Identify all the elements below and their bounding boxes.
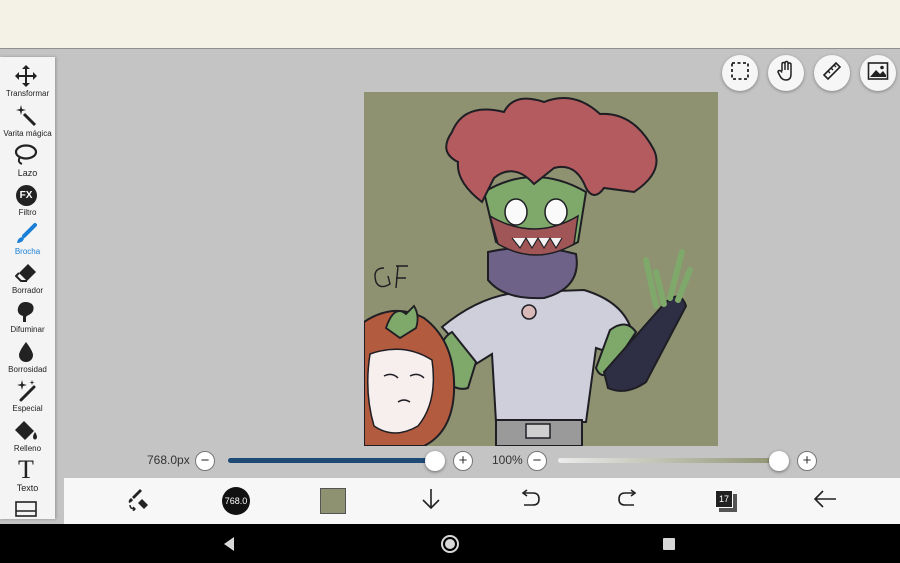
- nav-back-icon: [224, 537, 234, 551]
- brush-settings-button[interactable]: [114, 478, 162, 524]
- tool-palette: Transformar Varita mágica Lazo FX Filtro…: [0, 57, 55, 519]
- brush-size-value: 768.0px: [147, 453, 190, 467]
- opacity-value: 100%: [492, 453, 523, 467]
- brush-size-increase-button[interactable]: +: [453, 451, 473, 471]
- color-picker-button[interactable]: [309, 478, 357, 524]
- tool-magic-wand[interactable]: Varita mágica: [0, 101, 55, 141]
- selection-icon: [730, 61, 750, 86]
- lasso-icon: [13, 144, 39, 166]
- tool-label: Filtro: [18, 208, 37, 217]
- tool-special[interactable]: Especial: [0, 376, 55, 416]
- opacity-increase-button[interactable]: +: [797, 451, 817, 471]
- tool-label: Brocha: [14, 247, 41, 256]
- image-material-button[interactable]: [860, 55, 896, 91]
- opacity-knob[interactable]: [769, 451, 789, 471]
- arrow-down-icon: [420, 487, 442, 516]
- tool-transform[interactable]: Transformar: [0, 61, 55, 101]
- tool-eraser[interactable]: Borrador: [0, 258, 55, 298]
- tool-label: Relleno: [13, 444, 42, 453]
- undo-icon: [518, 488, 542, 514]
- selection-button[interactable]: [722, 55, 758, 91]
- tool-blur[interactable]: Borrosidad: [0, 337, 55, 377]
- brush-size-indicator[interactable]: 768.0: [212, 478, 260, 524]
- redo-icon: [616, 488, 640, 514]
- tool-text[interactable]: T Texto: [0, 455, 55, 495]
- fill-bucket-icon: [13, 420, 39, 442]
- image-icon: [867, 60, 889, 87]
- tool-label: Borrosidad: [8, 365, 47, 374]
- layers-icon: 17: [714, 489, 738, 513]
- artwork: [364, 92, 718, 446]
- layers-button[interactable]: 17: [702, 478, 750, 524]
- nav-recents-icon: [663, 538, 675, 550]
- brush-size-decrease-button[interactable]: −: [195, 451, 215, 471]
- tool-label: Transformar: [5, 89, 50, 98]
- nav-home-button[interactable]: [440, 534, 460, 559]
- current-color-swatch: [320, 488, 346, 514]
- tool-label: Varita mágica: [3, 129, 52, 138]
- system-navigation-bar: [0, 524, 900, 563]
- blur-drop-icon: [13, 341, 39, 363]
- opacity-track[interactable]: [558, 458, 780, 463]
- save-download-button[interactable]: [407, 478, 455, 524]
- ruler-icon: [821, 60, 843, 87]
- tool-label: Difuminar: [10, 325, 45, 334]
- hand-button[interactable]: [768, 55, 804, 91]
- fx-icon: FX: [13, 184, 39, 206]
- hand-icon: [775, 60, 797, 87]
- tool-lasso[interactable]: Lazo: [0, 140, 55, 180]
- tool-label: Especial: [12, 404, 43, 413]
- back-button[interactable]: [801, 478, 849, 524]
- brush-size-track-fill: [228, 458, 436, 463]
- bottom-toolbar: 768.0 17: [64, 478, 900, 524]
- smudge-icon: [13, 301, 39, 323]
- tool-frame[interactable]: [0, 495, 55, 519]
- brush-swap-icon: [126, 487, 150, 516]
- layers-count: 17: [715, 490, 733, 508]
- redo-button[interactable]: [604, 478, 652, 524]
- tool-smudge[interactable]: Difuminar: [0, 297, 55, 337]
- brush-size-badge: 768.0: [222, 487, 250, 515]
- undo-button[interactable]: [506, 478, 554, 524]
- opacity-decrease-button[interactable]: −: [527, 451, 547, 471]
- nav-back-button[interactable]: [222, 536, 236, 557]
- frame-icon: [13, 499, 39, 519]
- tool-brush[interactable]: Brocha: [0, 219, 55, 259]
- eraser-icon: [13, 262, 39, 284]
- tool-fill[interactable]: Relleno: [0, 416, 55, 456]
- tool-label: Texto: [16, 483, 39, 493]
- nav-recents-button[interactable]: [662, 537, 676, 556]
- brush-icon: [13, 223, 39, 245]
- ruler-button[interactable]: [814, 55, 850, 91]
- tool-label: Borrador: [11, 286, 44, 295]
- opacity-slider: 100% − +: [488, 450, 828, 472]
- top-status-area: [0, 0, 900, 49]
- tool-label: Lazo: [17, 168, 38, 178]
- brush-size-slider: 768.0px − +: [140, 450, 480, 472]
- special-sparkle-icon: [13, 380, 39, 402]
- nav-home-icon: [441, 535, 459, 553]
- text-icon: T: [18, 455, 34, 484]
- arrow-left-icon: [812, 489, 838, 514]
- drawing-canvas[interactable]: [364, 92, 718, 446]
- brush-size-knob[interactable]: [425, 451, 445, 471]
- move-icon: [13, 65, 39, 87]
- tool-filter[interactable]: FX Filtro: [0, 180, 55, 220]
- magic-wand-icon: [13, 105, 39, 127]
